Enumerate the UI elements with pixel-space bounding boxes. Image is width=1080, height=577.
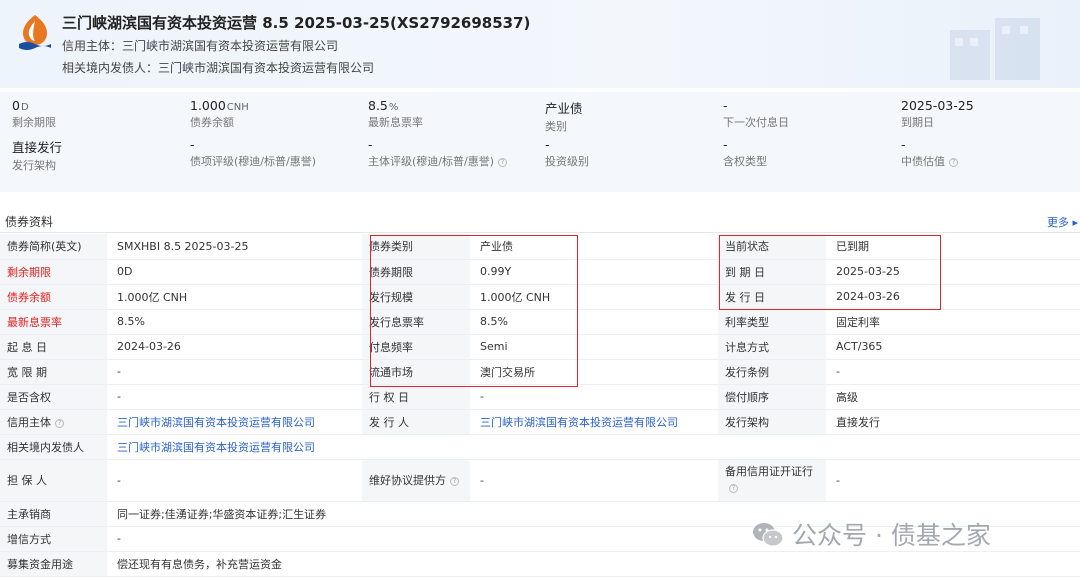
label-lead-underwriters: 主承销商	[0, 501, 107, 527]
wechat-watermark: 公众号 · 债基之家	[752, 516, 991, 552]
bond-summary: 0D 剩余期限 1.000CNH 债券余额 8.5% 最新息票率 产业债 类别 …	[0, 92, 1080, 192]
summary-next-coupon-date: - 下一次付息日	[723, 98, 789, 129]
summary-category: 产业债 类别	[545, 101, 583, 133]
value-short-name-en: SMXHBI 8.5 2025-03-25	[107, 234, 362, 260]
summary-outstanding: 1.000CNH 债券余额	[190, 98, 249, 129]
label-remaining-term: 剩余期限	[0, 259, 107, 285]
section-divider	[0, 232, 1080, 233]
table-row: 信用主体? 三门峡市湖滨国有资本投资运营有限公司 发 行 人 三门峡市湖滨国有资…	[0, 409, 1080, 435]
value-issue-regulation: -	[826, 359, 1080, 385]
value-sblc-bank: -	[826, 459, 1080, 502]
label-guarantor: 担 保 人	[0, 459, 107, 502]
label-sblc-bank: 备用信用证开证行?	[718, 459, 826, 502]
label-issuer: 发 行 人	[362, 409, 470, 435]
label-related-issuer: 相关境内发债人	[0, 434, 107, 460]
value-day-count: ACT/365	[826, 334, 1080, 360]
summary-coupon: 8.5% 最新息票率	[368, 98, 423, 129]
label-keepwell-provider: 维好协议提供方?	[362, 459, 470, 502]
issuer-logo-icon	[19, 15, 51, 50]
label-issue-structure: 发行架构	[718, 409, 826, 435]
value-grace-period: -	[107, 359, 362, 385]
summary-option-type: - 含权类型	[723, 137, 767, 168]
help-icon[interactable]: ?	[55, 418, 64, 428]
table-row: 相关境内发债人 三门峡市湖滨国有资本投资运营有限公司	[0, 434, 1080, 460]
credit-subject-line: 信用主体：三门峡市湖滨国有资本投资运营有限公司	[62, 39, 339, 53]
more-link[interactable]: 更多 ▸	[1047, 214, 1078, 230]
table-row: 是否含权 - 行 权 日 - 偿付顺序 高级	[0, 384, 1080, 410]
related-issuer-line: 相关境内发债人：三门峡市湖滨国有资本投资运营有限公司	[62, 61, 375, 75]
value-value-date: 2024-03-26	[107, 334, 362, 360]
label-issue-regulation: 发行条例	[718, 359, 826, 385]
label-credit-enhancement: 增信方式	[0, 526, 107, 552]
summary-issue-structure: 直接发行 发行架构	[12, 140, 63, 172]
section-title: 债券资料	[5, 215, 54, 229]
label-credit-subject: 信用主体?	[0, 409, 107, 435]
help-icon[interactable]: ?	[450, 477, 459, 486]
help-icon[interactable]: ?	[498, 158, 507, 167]
value-outstanding: 1.000亿 CNH	[107, 284, 362, 310]
summary-remaining-term: 0D 剩余期限	[12, 98, 56, 129]
summary-maturity-date: 2025-03-25 到期日	[901, 98, 974, 129]
value-use-of-proceeds: 偿还现有有息债务，补充营运资金	[107, 551, 1080, 577]
value-exercise-date: -	[470, 384, 718, 410]
summary-investment-grade: - 投资级别	[545, 137, 589, 168]
label-use-of-proceeds: 募集资金用途	[0, 551, 107, 577]
value-seniority: 高级	[826, 384, 1080, 410]
link-related-issuer[interactable]: 三门峡市湖滨国有资本投资运营有限公司	[107, 434, 1080, 460]
link-credit-subject[interactable]: 三门峡市湖滨国有资本投资运营有限公司	[107, 409, 362, 435]
highlight-box-middle	[370, 235, 578, 387]
link-issuer[interactable]: 三门峡市湖滨国有资本投资运营有限公司	[470, 409, 718, 435]
bond-title: 三门峡湖滨国有资本投资运营 8.5 2025-03-25(XS279269853…	[62, 14, 531, 32]
table-row: 募集资金用途 偿还现有有息债务，补充营运资金	[0, 551, 1080, 577]
label-short-name-en: 债券简称(英文)	[0, 234, 107, 260]
building-watermark-icon	[950, 18, 1040, 80]
label-exercise-date: 行 权 日	[362, 384, 470, 410]
table-row: 担 保 人 - 维好协议提供方? - 备用信用证开证行? -	[0, 459, 1080, 502]
wechat-icon	[753, 523, 784, 547]
value-guarantor: -	[107, 459, 362, 502]
highlight-box-right	[719, 235, 941, 310]
help-icon[interactable]: ?	[729, 484, 738, 493]
summary-chinabond-valuation: - 中债估值?	[901, 137, 1071, 169]
value-remaining-term: 0D	[107, 259, 362, 285]
label-day-count: 计息方式	[718, 334, 826, 360]
label-value-date: 起 息 日	[0, 334, 107, 360]
label-has-option: 是否含权	[0, 384, 107, 410]
help-icon[interactable]: ?	[949, 158, 958, 167]
value-rate-type: 固定利率	[826, 309, 1080, 335]
bond-header: 三门峡湖滨国有资本投资运营 8.5 2025-03-25(XS279269853…	[0, 0, 1080, 88]
label-outstanding: 债券余额	[0, 284, 107, 310]
value-keepwell-provider: -	[470, 459, 718, 502]
value-issue-structure: 直接发行	[826, 409, 1080, 435]
label-grace-period: 宽 限 期	[0, 359, 107, 385]
summary-issuer-rating: - 主体评级(穆迪/标普/惠誉)?	[368, 137, 538, 169]
label-rate-type: 利率类型	[718, 309, 826, 335]
label-seniority: 偿付顺序	[718, 384, 826, 410]
label-latest-coupon: 最新息票率	[0, 309, 107, 335]
value-has-option: -	[107, 384, 362, 410]
summary-bond-rating: - 债项评级(穆迪/标普/惠誉)	[190, 137, 316, 168]
value-latest-coupon: 8.5%	[107, 309, 362, 335]
